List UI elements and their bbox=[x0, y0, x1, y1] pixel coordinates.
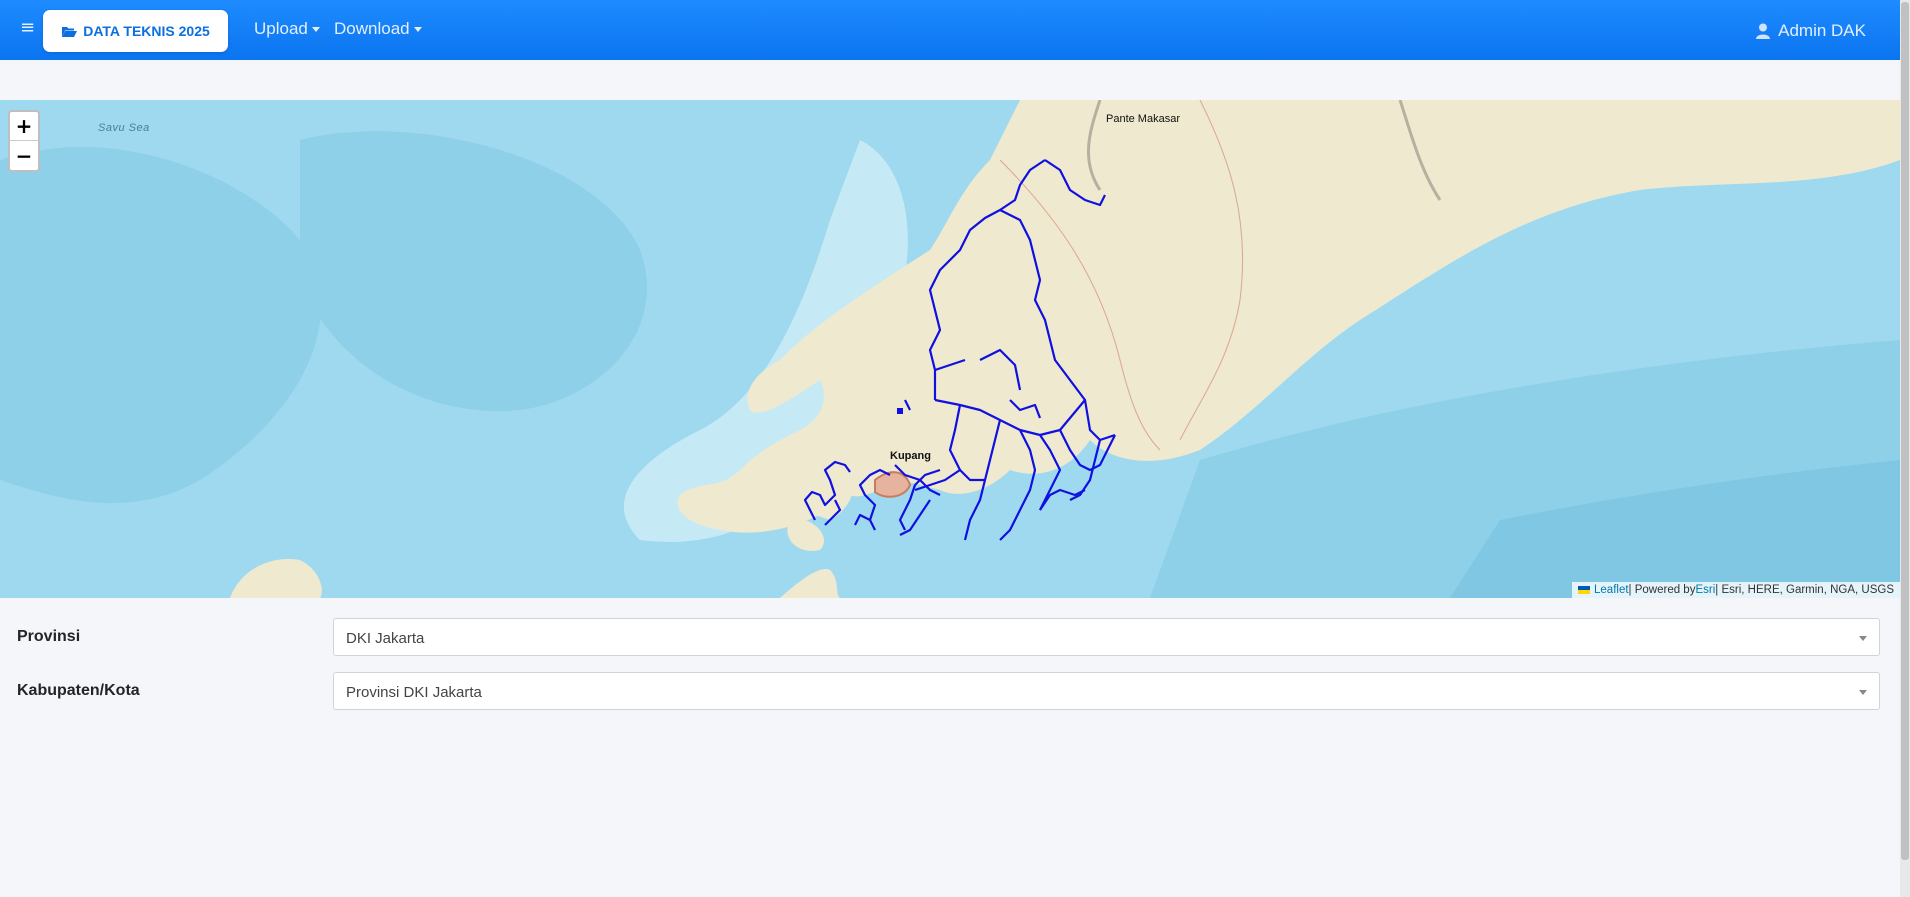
zoom-control: + − bbox=[8, 110, 40, 172]
chevron-down-icon bbox=[1859, 636, 1867, 641]
upload-menu[interactable]: Upload bbox=[254, 19, 320, 39]
page-scrollbar[interactable] bbox=[1900, 0, 1910, 897]
kabupaten-label: Kabupaten/Kota bbox=[17, 682, 140, 699]
chevron-down-icon bbox=[413, 26, 422, 32]
zoom-out-button[interactable]: − bbox=[10, 141, 38, 170]
upload-menu-label: Upload bbox=[254, 19, 308, 38]
provinsi-label: Provinsi bbox=[17, 628, 81, 645]
leaflet-link[interactable]: Leaflet bbox=[1594, 584, 1629, 596]
map-view[interactable]: + − Savu Sea Pante Makasar Kupang Leafle… bbox=[0, 100, 1900, 598]
map-label-sea: Savu Sea bbox=[98, 122, 150, 134]
provinsi-value: DKI Jakarta bbox=[346, 630, 425, 647]
user-menu[interactable]: Admin DAK bbox=[1756, 21, 1866, 41]
esri-link[interactable]: Esri bbox=[1695, 584, 1715, 596]
brand-button[interactable]: DATA TEKNIS 2025 bbox=[43, 10, 228, 52]
attribution-powered-by: | Powered by bbox=[1628, 584, 1696, 596]
map-label-city-north: Pante Makasar bbox=[1106, 113, 1180, 125]
download-menu-label: Download bbox=[334, 19, 410, 38]
zoom-in-button[interactable]: + bbox=[10, 112, 38, 141]
kabupaten-value: Provinsi DKI Jakarta bbox=[346, 684, 482, 701]
kabupaten-select[interactable]: Provinsi DKI Jakarta bbox=[333, 672, 1880, 710]
scrollbar-thumb[interactable] bbox=[1901, 2, 1909, 860]
provinsi-row: Provinsi DKI Jakarta bbox=[0, 618, 1900, 658]
brand-label: DATA TEKNIS 2025 bbox=[83, 23, 210, 39]
chevron-down-icon bbox=[1859, 690, 1867, 695]
folder-open-icon bbox=[62, 26, 78, 37]
map-label-city-main: Kupang bbox=[890, 450, 931, 462]
hamburger-icon[interactable]: ≡ bbox=[20, 18, 36, 38]
kabupaten-row: Kabupaten/Kota Provinsi DKI Jakarta bbox=[0, 672, 1900, 712]
chevron-down-icon bbox=[311, 26, 320, 32]
map-basemap bbox=[0, 100, 1900, 598]
map-attribution: Leaflet | Powered by Esri | Esri, HERE, … bbox=[1572, 582, 1900, 598]
provinsi-select[interactable]: DKI Jakarta bbox=[333, 618, 1880, 656]
attribution-sources: | Esri, HERE, Garmin, NGA, USGS bbox=[1715, 584, 1894, 596]
user-icon bbox=[1756, 23, 1771, 39]
top-navbar: ≡ DATA TEKNIS 2025 Upload Download Admin… bbox=[0, 0, 1900, 60]
download-menu[interactable]: Download bbox=[334, 19, 422, 39]
ukraine-flag-icon bbox=[1578, 586, 1591, 594]
user-name: Admin DAK bbox=[1778, 21, 1866, 40]
